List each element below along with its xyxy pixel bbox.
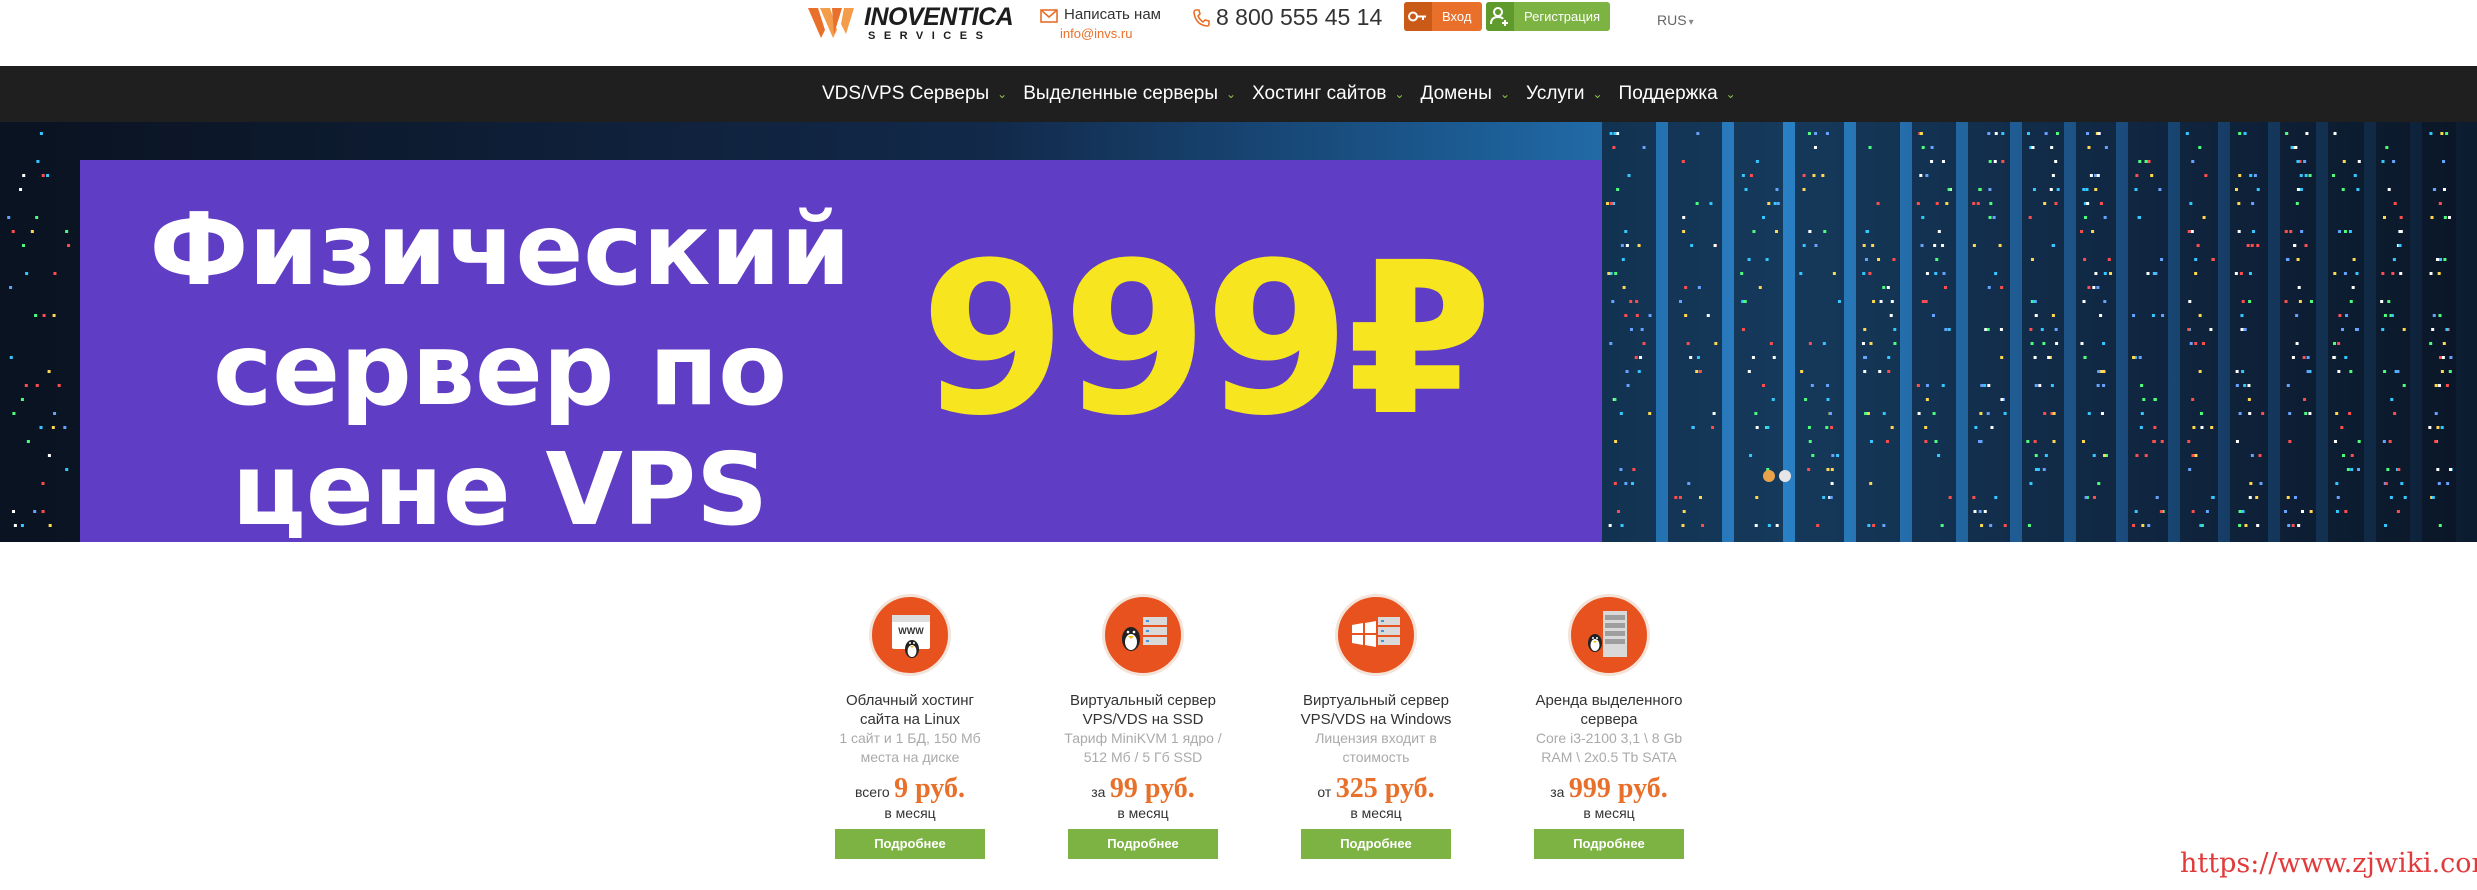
phone-block: 8 800 555 45 14 <box>1190 2 1390 34</box>
language-selector[interactable]: RUS ▾ <box>1657 12 1694 28</box>
nav-item-hosting[interactable]: Хостинг сайтов ⌄ <box>1252 83 1404 105</box>
www-linux-icon: WWW <box>869 594 951 676</box>
offer-price: за 999 руб. <box>1529 773 1689 805</box>
contact-label[interactable]: Написать нам <box>1064 6 1161 23</box>
mail-icon <box>1040 9 1058 23</box>
nav-item-domains[interactable]: Домены ⌄ <box>1421 83 1511 105</box>
price-period: в месяц <box>1583 805 1635 821</box>
details-button[interactable]: Подробнее <box>835 829 985 859</box>
offer-card: Виртуальный сервер VPS/VDS на Windows Ли… <box>1296 594 1456 859</box>
logo-mark-icon <box>808 4 860 40</box>
offer-card: Аренда выделенного сервера Core i3-2100 … <box>1529 594 1689 859</box>
nav-item-services[interactable]: Услуги ⌄ <box>1526 83 1603 105</box>
chevron-down-icon: ⌄ <box>1394 87 1405 101</box>
svg-text:WWW: WWW <box>898 626 924 636</box>
caret-down-icon: ▾ <box>1688 17 1694 28</box>
hero-banner[interactable]: Физический сервер по цене VPS 999₽ <box>0 122 2477 542</box>
add-user-icon <box>1486 2 1514 31</box>
linux-server-icon <box>1102 594 1184 676</box>
nav-item-label: Выделенные серверы <box>1023 83 1219 104</box>
phone-icon <box>1192 8 1210 28</box>
contact-email-link[interactable]: info@invs.ru <box>1060 26 1132 41</box>
nav-item-support[interactable]: Поддержка ⌄ <box>1619 83 1736 105</box>
details-button[interactable]: Подробнее <box>1534 829 1684 859</box>
offer-price: от 325 руб. <box>1296 773 1456 805</box>
language-value: RUS <box>1657 12 1687 28</box>
offer-title: Виртуальный сервер VPS/VDS на SSD <box>1070 692 1216 728</box>
price-period: в месяц <box>1350 805 1402 821</box>
slider-dot-active[interactable] <box>1763 470 1775 482</box>
register-label: Регистрация <box>1524 9 1600 24</box>
offer-title: Аренда выделенного сервера <box>1535 692 1683 728</box>
register-button[interactable]: Регистрация <box>1486 2 1610 31</box>
login-button[interactable]: Вход <box>1404 2 1482 31</box>
slider-dot[interactable] <box>1779 470 1791 482</box>
promo-panel: Физический сервер по цене VPS 999₽ <box>80 160 1602 542</box>
chevron-down-icon: ⌄ <box>997 87 1008 101</box>
price-prefix: за <box>1550 784 1565 800</box>
main-nav: VDS/VPS Серверы ⌄ Выделенные серверы ⌄ Хос… <box>0 66 2477 122</box>
price-amount: 325 руб. <box>1335 773 1435 804</box>
offer-desc: Лицензия входит в стоимость <box>1315 730 1437 765</box>
dedicated-server-icon <box>1568 594 1650 676</box>
nav-item-label: Услуги <box>1526 83 1585 104</box>
logo-name: INOVENTICA <box>864 3 1014 31</box>
slider-dots <box>1763 470 1795 482</box>
price-prefix: за <box>1091 784 1106 800</box>
chevron-down-icon: ⌄ <box>1592 87 1603 101</box>
price-prefix: от <box>1317 784 1332 800</box>
offer-title: Облачный хостинг сайта на Linux <box>846 692 974 728</box>
offers-section: WWW Облачный хостинг сайта на Linux 1 са… <box>0 542 2477 890</box>
nav-item-label: Поддержка <box>1618 83 1718 104</box>
offer-price: за 99 руб. <box>1063 773 1223 805</box>
key-icon <box>1404 2 1432 31</box>
offer-card: WWW Облачный хостинг сайта на Linux 1 са… <box>830 594 990 859</box>
windows-server-icon <box>1335 594 1417 676</box>
price-prefix: всего <box>855 784 890 800</box>
details-button[interactable]: Подробнее <box>1068 829 1218 859</box>
price-amount: 9 руб. <box>894 773 965 804</box>
chevron-down-icon: ⌄ <box>1499 87 1511 101</box>
offer-desc: 1 сайт и 1 БД, 150 Мб места на диске <box>839 730 981 765</box>
watermark-text: https://www.zjwiki.com <box>2180 848 2477 879</box>
nav-item-dedicated[interactable]: Выделенные серверы ⌄ <box>1023 83 1236 105</box>
offer-card: Виртуальный сервер VPS/VDS на SSD Тариф … <box>1063 594 1223 859</box>
price-period: в месяц <box>884 805 936 821</box>
top-header: INOVENTICA SERVICES Написать нам info@in… <box>0 0 2477 66</box>
nav-item-label: Хостинг сайтов <box>1252 83 1387 104</box>
site-logo[interactable]: INOVENTICA SERVICES <box>808 3 1014 42</box>
price-period: в месяц <box>1117 805 1169 821</box>
phone-number[interactable]: 8 800 555 45 14 <box>1216 4 1382 31</box>
nav-item-label: VDS/VPS Серверы <box>822 83 990 104</box>
nav-item-vps[interactable]: VDS/VPS Серверы ⌄ <box>822 83 1007 105</box>
offer-desc: Core i3-2100 3,1 \ 8 Gb RAM \ 2x0.5 Tb S… <box>1535 730 1683 765</box>
promo-title: Физический сервер по цене VPS <box>149 191 851 542</box>
offer-title: Виртуальный сервер VPS/VDS на Windows <box>1300 692 1452 728</box>
offer-price: всего 9 руб. <box>830 773 990 805</box>
details-button[interactable]: Подробнее <box>1301 829 1451 859</box>
promo-price: 999₽ <box>920 217 1492 462</box>
chevron-down-icon: ⌄ <box>1725 87 1736 101</box>
price-amount: 99 руб. <box>1109 773 1195 804</box>
offer-desc: Тариф MiniKVM 1 ядро / 512 Мб / 5 Гб SSD <box>1064 730 1222 765</box>
logo-sub: SERVICES <box>868 30 992 42</box>
login-label: Вход <box>1442 9 1472 24</box>
nav-item-label: Домены <box>1420 83 1492 104</box>
price-amount: 999 руб. <box>1568 773 1668 804</box>
chevron-down-icon: ⌄ <box>1226 87 1237 101</box>
